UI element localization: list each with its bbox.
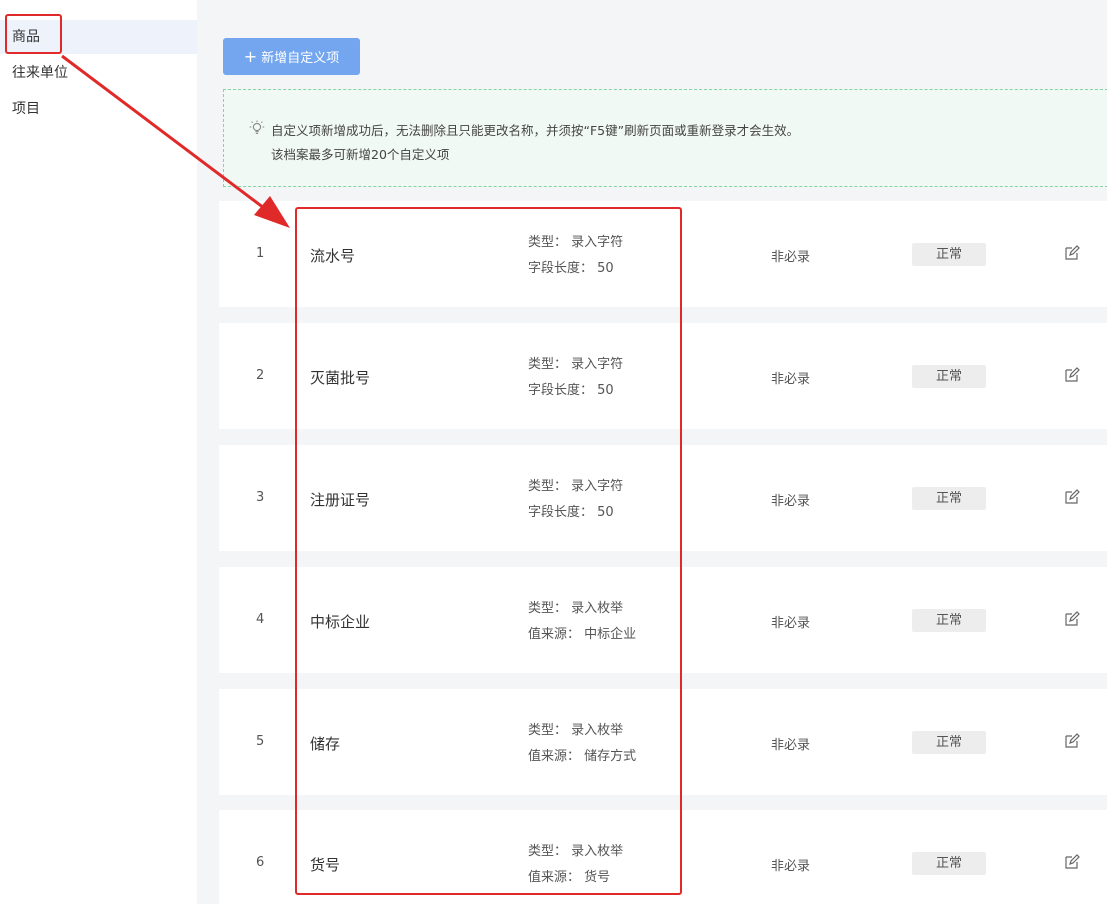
required-flag: 非必录 xyxy=(771,616,811,631)
required-flag: 非必录 xyxy=(771,738,811,753)
edit-icon[interactable] xyxy=(1064,854,1080,870)
status-badge: 正常 xyxy=(912,487,986,510)
required-flag: 非必录 xyxy=(771,372,811,387)
row-index: 4 xyxy=(256,612,265,627)
row-index: 3 xyxy=(256,490,265,505)
required-flag: 非必录 xyxy=(771,859,811,874)
sidebar-item-projects[interactable]: 项目 xyxy=(0,92,197,126)
required-flag: 非必录 xyxy=(771,250,811,265)
status-badge: 正常 xyxy=(912,365,986,388)
status-badge: 正常 xyxy=(912,243,986,266)
sidebar-item-partners[interactable]: 往来单位 xyxy=(0,56,197,90)
highlight-box-field-names xyxy=(295,207,682,895)
lightbulb-icon xyxy=(249,120,265,134)
sidebar: 商品 往来单位 项目 xyxy=(0,0,197,904)
add-custom-field-button[interactable]: + 新增自定义项 xyxy=(223,38,360,75)
edit-icon[interactable] xyxy=(1064,733,1080,749)
edit-icon[interactable] xyxy=(1064,367,1080,383)
row-index: 2 xyxy=(256,368,265,383)
status-badge: 正常 xyxy=(912,609,986,632)
tip-text-line2: 该档案最多可新增20个自定义项 xyxy=(271,147,450,162)
row-index: 1 xyxy=(256,246,265,261)
add-button-label: 新增自定义项 xyxy=(261,51,340,66)
edit-icon[interactable] xyxy=(1064,245,1080,261)
info-tip: 自定义项新增成功后，无法删除且只能更改名称，并须按“F5键”刷新页面或重新登录才… xyxy=(223,89,1107,187)
status-badge: 正常 xyxy=(912,852,986,875)
tip-text-line1: 自定义项新增成功后，无法删除且只能更改名称，并须按“F5键”刷新页面或重新登录才… xyxy=(271,123,800,138)
row-index: 6 xyxy=(256,855,265,870)
edit-icon[interactable] xyxy=(1064,611,1080,627)
plus-icon: + xyxy=(243,47,258,66)
required-flag: 非必录 xyxy=(771,494,811,509)
status-badge: 正常 xyxy=(912,731,986,754)
highlight-box-sidebar xyxy=(5,14,62,54)
edit-icon[interactable] xyxy=(1064,489,1080,505)
row-index: 5 xyxy=(256,734,265,749)
sidebar-item-label: 项目 xyxy=(12,101,40,117)
sidebar-item-label: 往来单位 xyxy=(12,65,68,81)
